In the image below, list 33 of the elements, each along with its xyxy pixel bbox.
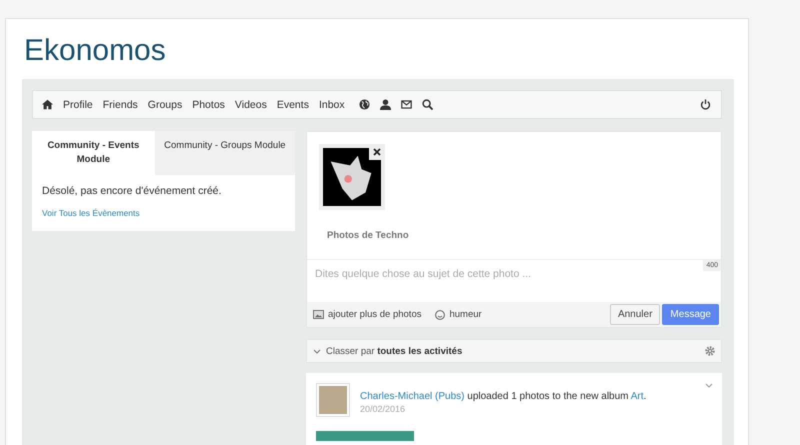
site-title: Ekonomos [24,33,167,69]
chevron-down-icon[interactable] [313,348,321,354]
nav-link[interactable]: Groups [148,98,182,110]
nav-link[interactable]: Inbox [318,98,345,110]
filter-label[interactable]: Classer par toutes les activités [326,346,462,356]
home-icon[interactable] [42,99,53,110]
album-title: Photos de Techno [327,230,410,241]
smiley-icon [435,310,446,320]
mood-link[interactable]: humeur [435,309,482,320]
image-icon [313,310,324,319]
search-icon[interactable] [422,99,433,110]
chevron-down-icon[interactable] [705,383,713,388]
activity-sentence: Charles-Michael (Pubs) uploaded 1 photos to the new album Art. [360,391,646,402]
nav-link[interactable]: Videos [234,98,267,110]
mail-icon[interactable] [400,99,412,110]
globe-icon[interactable] [358,99,370,110]
module-tab[interactable]: Community - Groups Module [154,131,295,175]
author-name-link[interactable]: Charles-Michael (Pubs) [360,391,464,402]
avatar-placeholder [316,383,350,417]
power-icon[interactable] [700,99,711,110]
nav-link[interactable]: Events [276,98,309,110]
empty-message: Désolé, pas encore d'événement créé. [42,185,222,197]
settings-icon[interactable] [705,346,715,356]
nav-link[interactable]: Friends [102,98,138,110]
user-icon[interactable] [380,99,391,110]
activity-date: 20/02/2016 [360,404,406,414]
close-icon [373,148,381,156]
cancel-button[interactable]: Annuler [610,304,660,325]
view-all-link[interactable]: Voir Tous les Évènements [42,208,140,218]
nav-link[interactable]: Profile [63,98,93,110]
add-photos-link[interactable]: ajouter plus de photos [313,309,422,320]
nav-link[interactable]: Photos [192,98,225,110]
album-link[interactable]: Art [630,391,644,402]
